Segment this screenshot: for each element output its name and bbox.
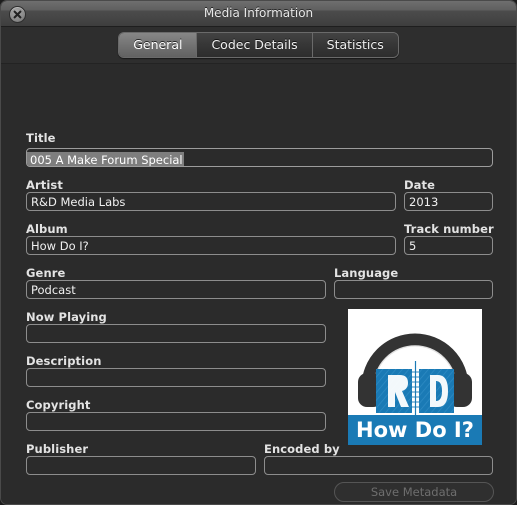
tab-general[interactable]: General (119, 33, 198, 57)
title-label: Title (26, 131, 56, 145)
artwork-banner-text: How Do I? (356, 418, 474, 442)
track-number-input[interactable] (404, 236, 493, 255)
language-input[interactable] (334, 280, 493, 299)
album-input[interactable] (26, 236, 396, 255)
album-label: Album (26, 222, 68, 236)
media-information-window: Media Information General Codec Details … (0, 0, 517, 505)
album-artwork: How Do I? (348, 309, 482, 445)
track-number-label: Track number (404, 222, 494, 236)
description-label: Description (26, 354, 102, 368)
artist-label: Artist (26, 178, 63, 192)
date-input[interactable] (404, 192, 493, 211)
title-input[interactable]: 005 A Make Forum Special (26, 148, 493, 167)
tab-group: General Codec Details Statistics (118, 32, 399, 58)
now-playing-label: Now Playing (26, 310, 107, 324)
genre-input[interactable] (26, 280, 326, 299)
tab-codec-details[interactable]: Codec Details (197, 33, 313, 57)
tab-statistics[interactable]: Statistics (312, 33, 398, 57)
publisher-label: Publisher (26, 442, 89, 456)
now-playing-input[interactable] (26, 324, 326, 343)
publisher-input[interactable] (26, 456, 256, 475)
description-input[interactable] (26, 368, 326, 387)
encoded-by-input[interactable] (264, 456, 493, 475)
save-metadata-button[interactable]: Save Metadata (334, 482, 494, 502)
copyright-label: Copyright (26, 398, 91, 412)
window-title: Media Information (203, 6, 314, 20)
artist-input[interactable] (26, 192, 396, 211)
copyright-input[interactable] (26, 412, 326, 431)
window-titlebar: Media Information (1, 1, 516, 27)
encoded-by-label: Encoded by (264, 442, 340, 456)
close-icon[interactable] (9, 6, 26, 23)
genre-label: Genre (26, 266, 66, 280)
language-label: Language (334, 266, 399, 280)
general-tab-panel: Title 005 A Make Forum Special Artist Da… (1, 64, 516, 504)
title-input-value: 005 A Make Forum Special (27, 152, 184, 166)
tab-bar: General Codec Details Statistics (1, 27, 516, 64)
date-label: Date (404, 178, 436, 192)
